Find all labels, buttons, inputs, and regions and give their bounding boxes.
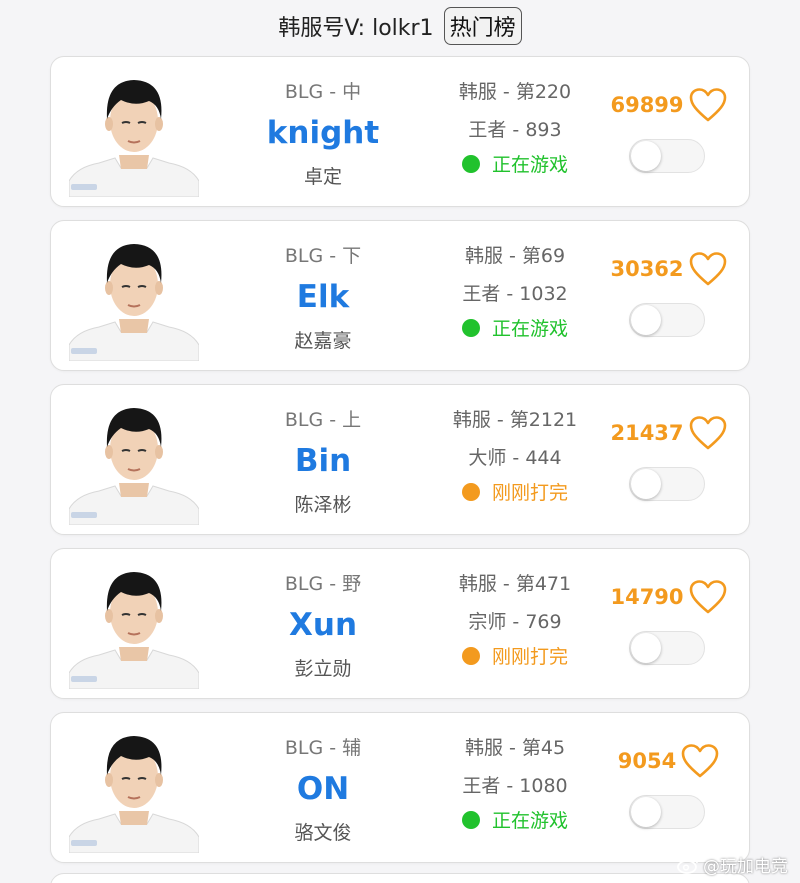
status-text: 正在游戏	[491, 154, 568, 176]
heart-outline-icon[interactable]	[688, 251, 728, 287]
game-status: 正在游戏	[441, 150, 589, 177]
heart-outline-icon[interactable]	[688, 415, 728, 451]
server-rank: 韩服 - 第2121	[452, 409, 578, 431]
status-dot	[461, 810, 480, 829]
player-real-name: 陈泽彬	[294, 494, 352, 516]
notify-toggle[interactable]	[629, 303, 705, 337]
avatar	[69, 244, 199, 361]
status-text: 正在游戏	[491, 318, 568, 340]
team-position: BLG - 中	[284, 81, 362, 103]
avatar	[69, 736, 199, 853]
tier-points: 王者 - 1032	[462, 283, 568, 305]
player-real-name: 赵嘉豪	[294, 330, 352, 352]
notify-toggle[interactable]	[629, 467, 705, 501]
heart-outline-icon[interactable]	[680, 743, 720, 779]
player-nickname[interactable]: Bin	[243, 443, 403, 479]
score-value: 9054	[617, 749, 677, 773]
player-card[interactable]: BLG - 野 Xun 彭立勋 韩服 - 第471 宗师 - 769 刚刚打完 …	[50, 548, 750, 699]
player-nickname[interactable]: ON	[243, 771, 403, 807]
player-nickname[interactable]: Xun	[243, 607, 403, 643]
team-position: BLG - 下	[284, 245, 362, 267]
player-card[interactable]: BLG - 中 knight 卓定 韩服 - 第220 王者 - 893 正在游…	[50, 56, 750, 207]
server-rank: 韩服 - 第69	[464, 245, 566, 267]
team-position: BLG - 上	[284, 409, 362, 431]
player-real-name: 卓定	[303, 166, 342, 188]
player-card[interactable]: BLG - 下 Elk 赵嘉豪 韩服 - 第69 王者 - 1032 正在游戏 …	[50, 220, 750, 371]
tier-points: 大师 - 444	[468, 447, 562, 469]
score-value: 14790	[610, 585, 684, 609]
player-nickname[interactable]: Elk	[243, 279, 403, 315]
avatar	[69, 408, 199, 525]
popularity-score: 21437	[599, 415, 739, 451]
status-dot	[461, 646, 480, 665]
game-status: 正在游戏	[441, 314, 589, 341]
player-card[interactable]: BLG - 上 Bin 陈泽彬 韩服 - 第2121 大师 - 444 刚刚打完…	[50, 384, 750, 535]
heart-outline-icon[interactable]	[688, 579, 728, 615]
server-rank: 韩服 - 第45	[464, 737, 566, 759]
popularity-score: 30362	[599, 251, 739, 287]
popularity-score: 69899	[599, 87, 739, 123]
weibo-icon	[677, 856, 698, 874]
status-text: 刚刚打完	[491, 646, 568, 668]
header: 韩服号V: lolkr1 热门榜	[0, 0, 800, 52]
player-real-name: 彭立勋	[294, 658, 352, 680]
score-value: 30362	[610, 257, 684, 281]
game-status: 正在游戏	[441, 806, 589, 833]
page-title: 韩服号V: lolkr1	[278, 16, 434, 41]
server-rank: 韩服 - 第220	[458, 81, 572, 103]
tier-points: 宗师 - 769	[468, 611, 562, 633]
status-dot	[461, 482, 480, 501]
tier-points: 王者 - 1080	[462, 775, 568, 797]
watermark-text: @玩加电竞	[703, 857, 788, 877]
player-nickname[interactable]: knight	[243, 115, 403, 151]
game-status: 刚刚打完	[441, 478, 589, 505]
game-status: 刚刚打完	[441, 642, 589, 669]
hot-list-button[interactable]: 热门榜	[443, 7, 522, 45]
server-rank: 韩服 - 第471	[458, 573, 572, 595]
player-real-name: 骆文俊	[294, 822, 352, 844]
toggle-knob	[631, 305, 661, 335]
toggle-knob	[631, 633, 661, 663]
player-card[interactable]: BLG - 辅 ON 骆文俊 韩服 - 第45 王者 - 1080 正在游戏 9…	[50, 712, 750, 863]
team-position: BLG - 辅	[284, 737, 362, 759]
toggle-knob	[631, 141, 661, 171]
avatar	[69, 80, 199, 197]
notify-toggle[interactable]	[629, 631, 705, 665]
heart-outline-icon[interactable]	[688, 87, 728, 123]
notify-toggle[interactable]	[629, 139, 705, 173]
status-dot	[461, 318, 480, 337]
status-text: 刚刚打完	[491, 482, 568, 504]
player-card-partial[interactable]	[50, 873, 750, 883]
status-dot	[461, 154, 480, 173]
popularity-score: 9054	[599, 743, 739, 779]
status-text: 正在游戏	[491, 810, 568, 832]
toggle-knob	[631, 797, 661, 827]
score-value: 69899	[610, 93, 684, 117]
notify-toggle[interactable]	[629, 795, 705, 829]
toggle-knob	[631, 469, 661, 499]
watermark: @玩加电竞	[677, 852, 788, 877]
avatar	[69, 572, 199, 689]
team-position: BLG - 野	[284, 573, 362, 595]
popularity-score: 14790	[599, 579, 739, 615]
score-value: 21437	[610, 421, 684, 445]
tier-points: 王者 - 893	[468, 119, 562, 141]
